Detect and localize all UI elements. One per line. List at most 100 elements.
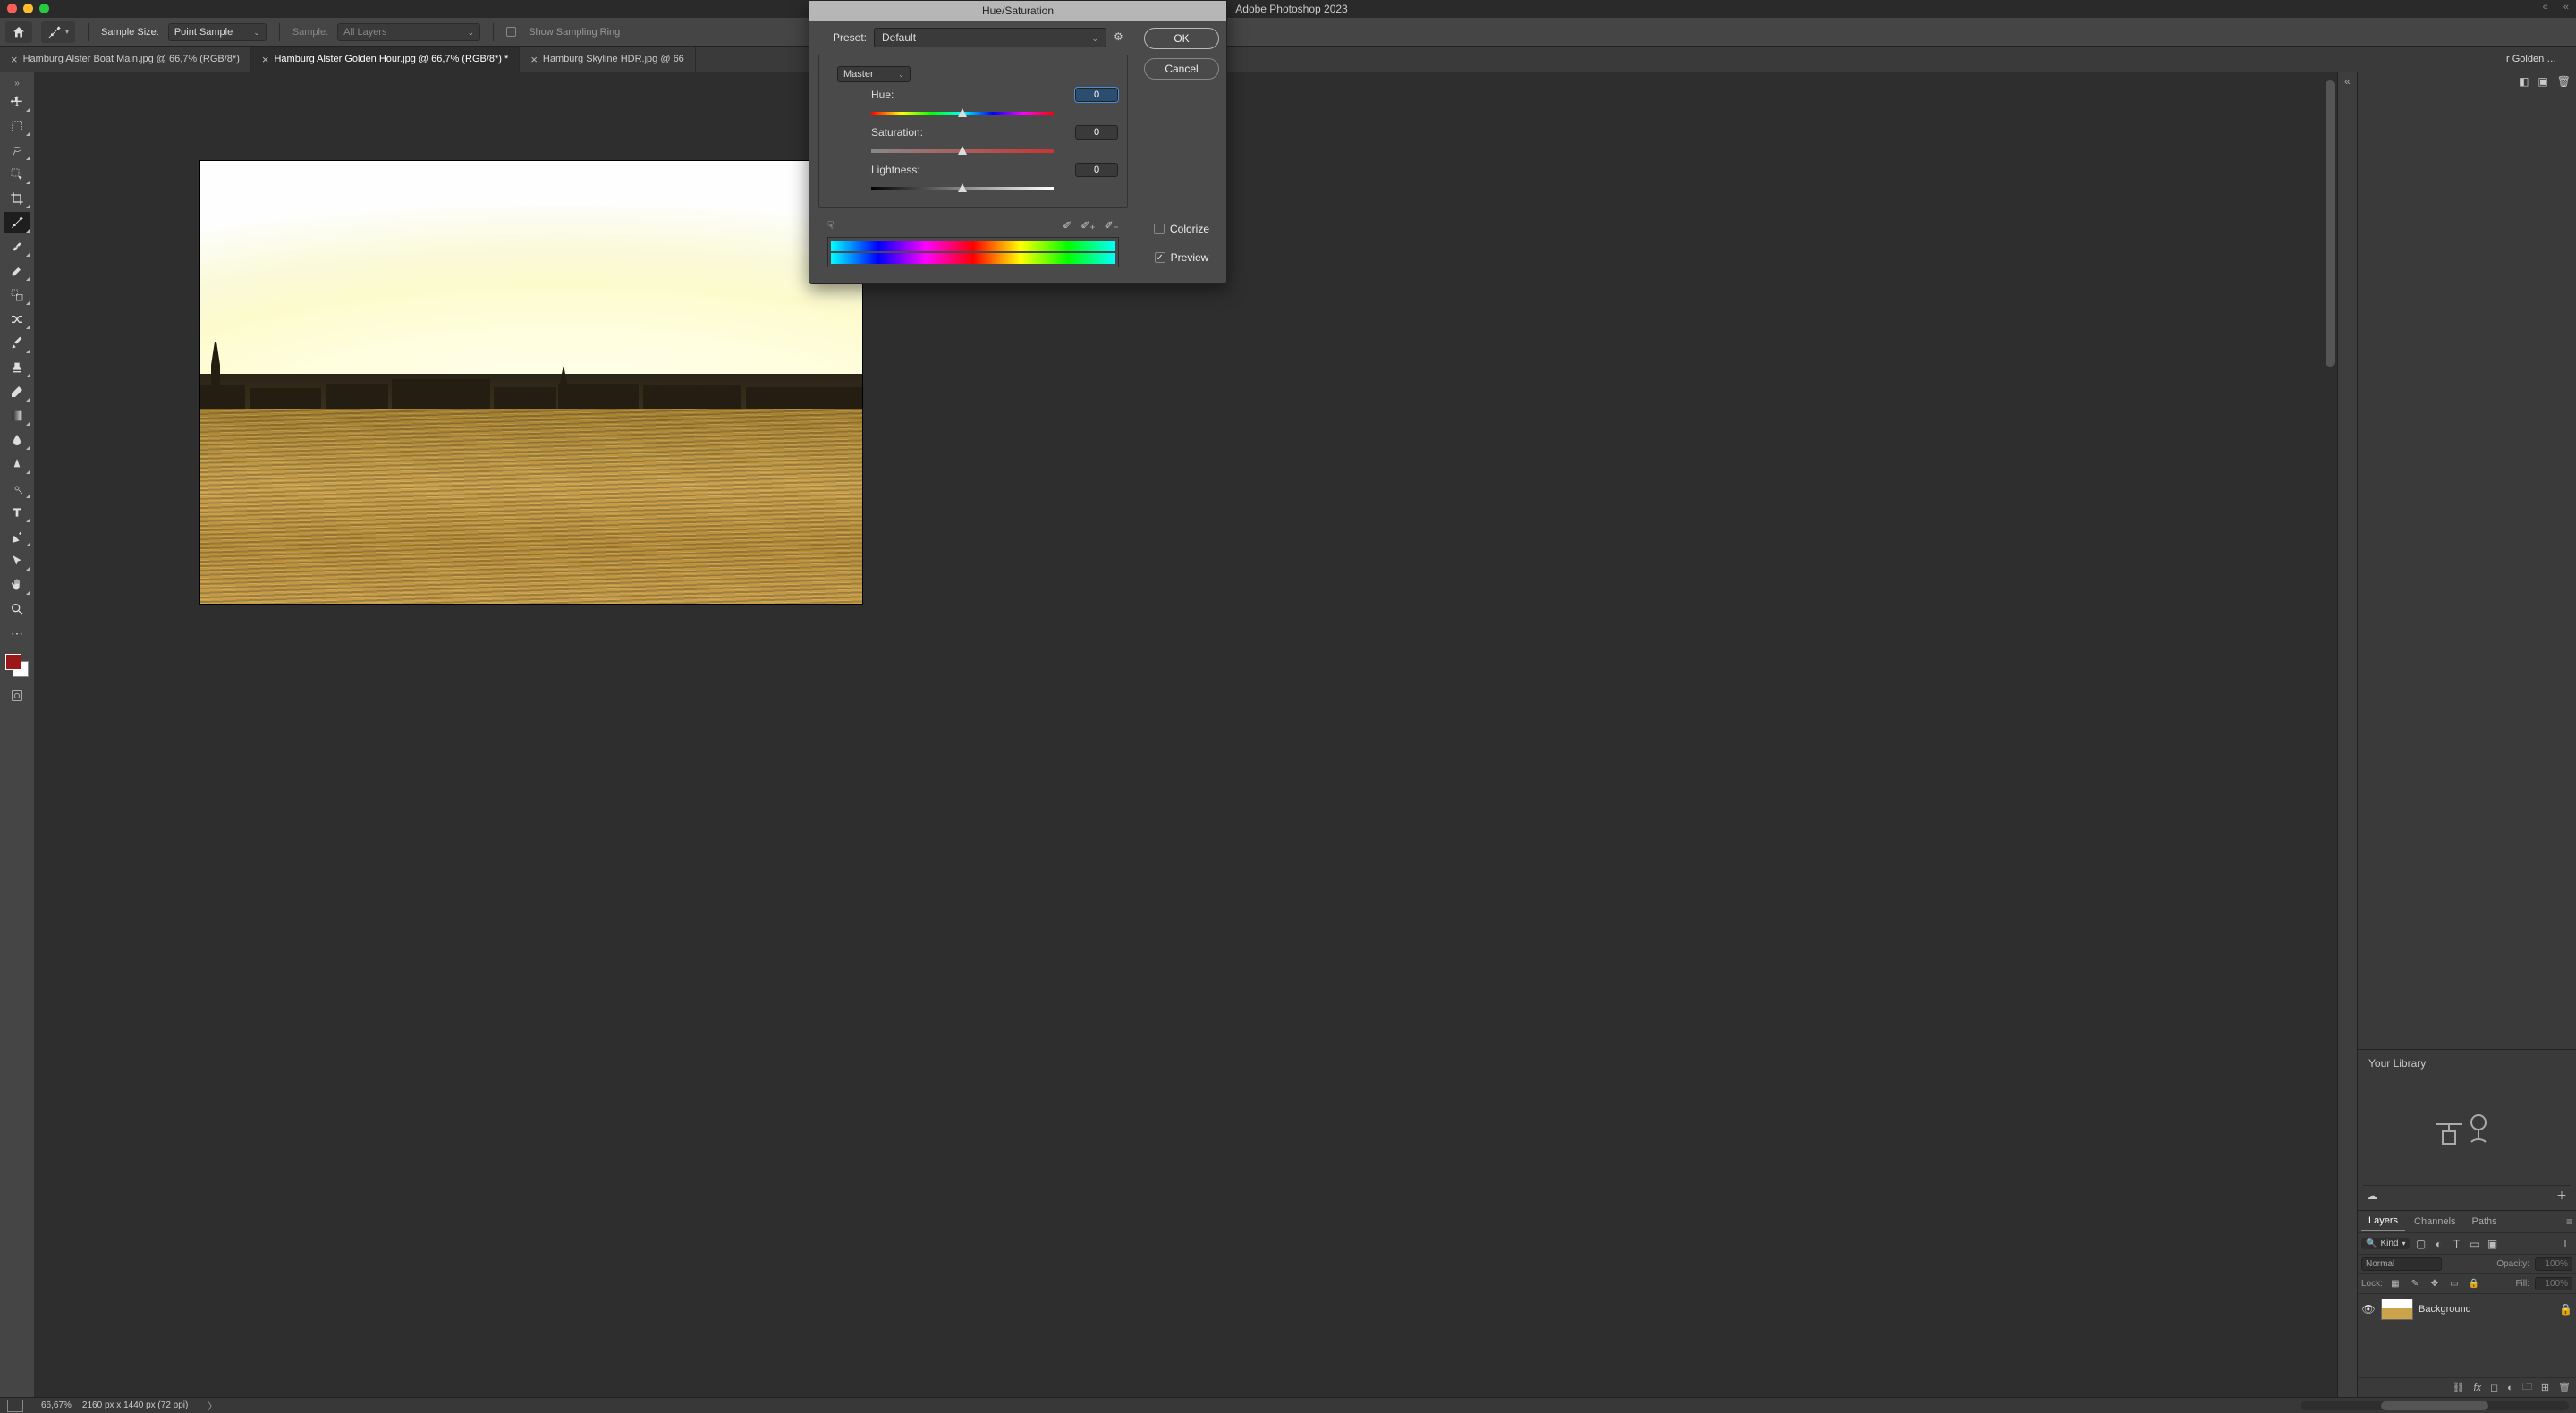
saturation-slider[interactable] bbox=[871, 145, 1054, 157]
eyedropper-icon[interactable]: ✐ bbox=[1063, 219, 1072, 232]
spectrum-input-bar[interactable] bbox=[831, 241, 1115, 251]
new-layer-icon[interactable]: ⊞ bbox=[2541, 1382, 2549, 1393]
home-button[interactable] bbox=[5, 21, 32, 43]
channel-select[interactable]: Master ⌄ bbox=[837, 66, 911, 82]
crop-tool[interactable] bbox=[4, 188, 30, 209]
preset-select[interactable]: Default ⌄ bbox=[874, 28, 1106, 47]
eyedropper-minus-icon[interactable]: ✐₋ bbox=[1105, 219, 1119, 232]
rect-marquee-tool[interactable] bbox=[4, 115, 30, 137]
close-tab-icon[interactable]: × bbox=[262, 53, 269, 66]
color-swatches[interactable] bbox=[5, 654, 29, 677]
preview-checkbox[interactable] bbox=[1155, 252, 1165, 263]
panel-menu-icon[interactable]: ≡ bbox=[2566, 1215, 2572, 1228]
zoom-level[interactable]: 66,67% bbox=[41, 1400, 72, 1410]
filter-type-icon[interactable]: T bbox=[2449, 1237, 2463, 1251]
adjustment-layer-icon[interactable]: ◐ bbox=[2507, 1383, 2513, 1393]
horizontal-scrollbar-thumb[interactable] bbox=[2381, 1401, 2488, 1410]
blend-mode-select[interactable]: Normal bbox=[2361, 1257, 2442, 1271]
pen-tool[interactable] bbox=[4, 526, 30, 547]
gear-icon[interactable]: ⚙︎ bbox=[1114, 30, 1128, 45]
foreground-color[interactable] bbox=[5, 654, 21, 670]
tab-channels[interactable]: Channels bbox=[2407, 1213, 2462, 1231]
eyedropper-plus-icon[interactable]: ✐₊ bbox=[1080, 219, 1095, 232]
gradient-tool[interactable] bbox=[4, 405, 30, 427]
shuffle-tool[interactable] bbox=[4, 309, 30, 330]
dialog-title[interactable]: Hue/Saturation bbox=[809, 1, 1226, 21]
eyedropper-tool[interactable] bbox=[4, 212, 30, 233]
canvas-scrollbar[interactable] bbox=[2326, 80, 2334, 367]
spectrum-output-bar[interactable] bbox=[831, 253, 1115, 264]
cancel-button[interactable]: Cancel bbox=[1144, 58, 1219, 80]
lock-position-icon[interactable]: ✥ bbox=[2428, 1277, 2442, 1291]
edit-toolbar-button[interactable]: ⋯ bbox=[4, 622, 30, 644]
minimize-window-button[interactable] bbox=[23, 4, 33, 13]
cloud-icon[interactable]: ☁ bbox=[2367, 1189, 2377, 1202]
library-name[interactable]: Your Library bbox=[2363, 1055, 2571, 1071]
layer-name[interactable]: Background bbox=[2419, 1304, 2554, 1315]
filter-adjustment-icon[interactable]: ◐ bbox=[2431, 1237, 2445, 1251]
group-layers-icon[interactable]: 🗀 bbox=[2522, 1379, 2532, 1396]
dodge-tool[interactable] bbox=[4, 453, 30, 475]
object-select-tool[interactable] bbox=[4, 164, 30, 185]
lock-transparency-icon[interactable]: ▦ bbox=[2388, 1277, 2402, 1291]
status-menu-chevron[interactable]: 〉 bbox=[208, 1399, 216, 1412]
sample-size-select[interactable]: Point Sample ⌄ bbox=[168, 23, 267, 41]
hand-tool[interactable] bbox=[4, 574, 30, 596]
tab-layers[interactable]: Layers bbox=[2361, 1212, 2405, 1231]
layer-filter-kind[interactable]: 🔍Kind▾ bbox=[2361, 1238, 2410, 1249]
filter-smart-icon[interactable]: ▣ bbox=[2485, 1237, 2499, 1251]
link-layers-icon[interactable]: ⛓ bbox=[2452, 1382, 2464, 1393]
current-tool-indicator[interactable]: ▾ bbox=[41, 21, 75, 43]
hue-slider[interactable] bbox=[871, 107, 1054, 120]
tab-paths[interactable]: Paths bbox=[2465, 1213, 2504, 1231]
fill-input[interactable]: 100% bbox=[2535, 1277, 2572, 1290]
doc-preview-icon[interactable] bbox=[7, 1400, 23, 1412]
filter-toggle-icon[interactable]: ⏽ bbox=[2558, 1237, 2572, 1251]
delete-layer-icon[interactable]: 🗑 bbox=[2558, 1382, 2571, 1393]
lightness-input[interactable]: 0 bbox=[1075, 163, 1118, 177]
brush-tool[interactable] bbox=[4, 333, 30, 354]
path-select-tool[interactable] bbox=[4, 550, 30, 571]
maximize-window-button[interactable] bbox=[39, 4, 49, 13]
type-tool[interactable] bbox=[4, 502, 30, 523]
layer-style-icon[interactable]: fx bbox=[2473, 1383, 2481, 1393]
filter-pixel-icon[interactable]: ▢ bbox=[2413, 1237, 2428, 1251]
lock-artboard-icon[interactable]: ▭ bbox=[2447, 1277, 2462, 1291]
opacity-input[interactable]: 100% bbox=[2535, 1257, 2572, 1271]
eraser-tool[interactable] bbox=[4, 381, 30, 402]
document-tab[interactable]: × Hamburg Skyline HDR.jpg @ 66 bbox=[520, 47, 696, 72]
brush-tool-alt[interactable] bbox=[4, 260, 30, 282]
add-to-library-button[interactable]: ＋ bbox=[2556, 1188, 2567, 1203]
horizontal-scrollbar-track[interactable] bbox=[2301, 1401, 2569, 1410]
lasso-tool[interactable] bbox=[4, 140, 30, 161]
document-canvas[interactable] bbox=[200, 161, 862, 604]
clone-stamp-tool[interactable] bbox=[4, 284, 30, 306]
snapshot-icon[interactable]: ▣ bbox=[2538, 75, 2547, 88]
close-window-button[interactable] bbox=[7, 4, 17, 13]
zoom-tool[interactable] bbox=[4, 598, 30, 620]
saturation-input[interactable]: 0 bbox=[1075, 125, 1118, 140]
layer-row[interactable]: 👁 Background 🔒 bbox=[2358, 1293, 2576, 1324]
close-tab-icon[interactable]: × bbox=[530, 53, 538, 66]
stamp-tool[interactable] bbox=[4, 357, 30, 378]
layer-visibility-icon[interactable]: 👁 bbox=[2361, 1303, 2376, 1316]
targeted-adjustment-icon[interactable]: ☟ bbox=[827, 219, 834, 232]
pen-tool-alt[interactable] bbox=[4, 478, 30, 499]
lock-all-icon[interactable]: 🔒 bbox=[2467, 1277, 2481, 1291]
filter-shape-icon[interactable]: ▭ bbox=[2467, 1237, 2481, 1251]
document-tab[interactable]: × Hamburg Alster Boat Main.jpg @ 66,7% (… bbox=[0, 47, 251, 72]
document-tab[interactable]: × Hamburg Alster Golden Hour.jpg @ 66,7%… bbox=[251, 47, 520, 72]
trash-icon[interactable]: 🗑 bbox=[2557, 75, 2571, 88]
lightness-slider[interactable] bbox=[871, 182, 1054, 195]
adjustments-icon[interactable]: ◧ bbox=[2519, 75, 2529, 88]
close-tab-icon[interactable]: × bbox=[11, 53, 18, 66]
expand-panel-icon[interactable]: « bbox=[2344, 75, 2351, 88]
toolbox-expander[interactable]: » bbox=[14, 79, 20, 89]
show-sampling-ring-checkbox[interactable] bbox=[506, 27, 516, 37]
spot-heal-tool[interactable] bbox=[4, 236, 30, 258]
colorize-checkbox[interactable] bbox=[1154, 224, 1165, 234]
quick-mask-button[interactable] bbox=[4, 685, 30, 706]
lock-pixels-icon[interactable]: ✎ bbox=[2408, 1277, 2422, 1291]
layer-mask-icon[interactable]: ◻ bbox=[2490, 1382, 2498, 1393]
ok-button[interactable]: OK bbox=[1144, 28, 1219, 49]
